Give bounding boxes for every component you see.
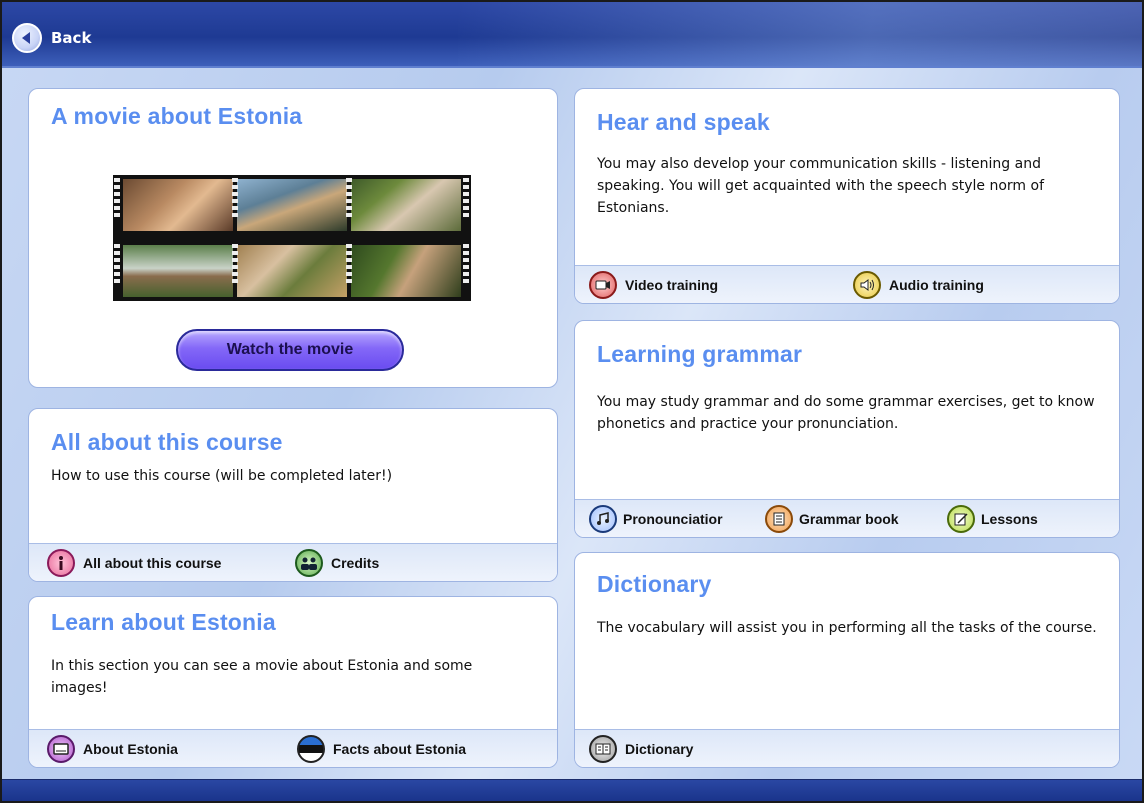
back-arrow-icon xyxy=(12,23,42,53)
credits-label: Credits xyxy=(331,554,380,571)
lessons-label: Lessons xyxy=(981,510,1038,527)
music-note-icon xyxy=(589,504,617,533)
bottom-bar xyxy=(2,779,1142,801)
grammar-book-label: Grammar book xyxy=(799,510,899,527)
back-button[interactable]: Back xyxy=(12,22,91,54)
learn-estonia-title: Learn about Estonia xyxy=(51,609,276,635)
pencil-note-icon xyxy=(947,504,975,533)
lessons-link[interactable]: Lessons xyxy=(947,504,1038,533)
pronounciation-link[interactable]: Pronounciatior xyxy=(589,504,723,533)
about-estonia-label: About Estonia xyxy=(83,740,178,757)
dictionary-text: The vocabulary will assist you in perfor… xyxy=(597,620,1097,636)
back-label: Back xyxy=(51,29,92,47)
app-window: Back A movie about Estonia Watch the mov… xyxy=(0,0,1144,803)
about-course-title: All about this course xyxy=(51,429,283,455)
learn-estonia-panel: Learn about Estonia In this section you … xyxy=(28,596,558,768)
facts-about-estonia-label: Facts about Estonia xyxy=(333,740,467,757)
hear-speak-text: You may also develop your communication … xyxy=(597,156,1044,216)
speaker-icon xyxy=(853,270,881,299)
document-icon xyxy=(765,504,793,533)
open-book-icon xyxy=(589,734,617,763)
hear-speak-title: Hear and speak xyxy=(597,109,770,135)
grammar-book-link[interactable]: Grammar book xyxy=(765,504,899,533)
people-icon xyxy=(295,548,323,577)
movie-panel: A movie about Estonia Watch the movie xyxy=(28,88,558,388)
dictionary-panel: Dictionary The vocabulary will assist yo… xyxy=(574,552,1120,768)
movie-panel-title: A movie about Estonia xyxy=(51,103,303,129)
top-bar: Back xyxy=(2,2,1142,68)
hear-speak-panel: Hear and speak You may also develop your… xyxy=(574,88,1120,304)
learn-estonia-text: In this section you can see a movie abou… xyxy=(51,658,473,696)
hear-speak-footer: Video training Audio training xyxy=(575,265,1119,303)
all-about-course-link[interactable]: All about this course xyxy=(47,548,222,577)
credits-link[interactable]: Credits xyxy=(295,548,380,577)
flag-icon xyxy=(297,734,325,763)
video-training-label: Video training xyxy=(625,276,719,293)
audio-training-link[interactable]: Audio training xyxy=(853,270,984,299)
pronounciation-label: Pronounciatior xyxy=(623,510,723,527)
watch-movie-button[interactable]: Watch the movie xyxy=(176,329,404,371)
dictionary-link[interactable]: Dictionary xyxy=(589,734,694,763)
facts-about-estonia-link[interactable]: Facts about Estonia xyxy=(297,734,467,763)
all-about-course-label: All about this course xyxy=(83,554,222,571)
about-course-text: How to use this course (will be complete… xyxy=(51,468,393,484)
video-camera-icon xyxy=(589,270,617,299)
dictionary-footer: Dictionary xyxy=(575,729,1119,767)
about-course-footer: All about this course Credits xyxy=(29,543,557,581)
about-estonia-link[interactable]: About Estonia xyxy=(47,734,178,763)
grammar-text: You may study grammar and do some gramma… xyxy=(597,394,1095,432)
book-icon xyxy=(47,734,75,763)
dictionary-title: Dictionary xyxy=(597,571,712,597)
grammar-panel: Learning grammar You may study grammar a… xyxy=(574,320,1120,538)
video-training-link[interactable]: Video training xyxy=(589,270,719,299)
movie-filmstrip-image xyxy=(113,175,471,301)
learn-estonia-footer: About Estonia Facts about Estonia xyxy=(29,729,557,767)
audio-training-label: Audio training xyxy=(889,276,984,293)
dictionary-label: Dictionary xyxy=(625,740,694,757)
grammar-footer: Pronounciatior Grammar book Lessons xyxy=(575,499,1119,537)
info-icon xyxy=(47,548,75,577)
about-course-panel: All about this course How to use this co… xyxy=(28,408,558,582)
grammar-title: Learning grammar xyxy=(597,341,803,367)
